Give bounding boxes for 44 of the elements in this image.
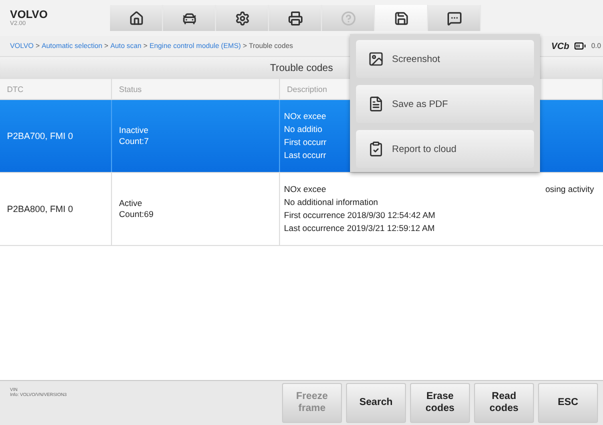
description-line: No additio <box>284 123 322 136</box>
dtc-code: P2BA800, FMI 0 <box>7 204 74 214</box>
toolbar-button[interactable] <box>428 5 481 31</box>
description-line: osing activity <box>545 183 594 196</box>
car-icon <box>182 10 196 26</box>
description-line: First occurrence 2018/9/30 12:54:42 AM <box>284 209 436 222</box>
action-button[interactable]: Erase codes <box>410 383 470 423</box>
settings-icon <box>234 10 250 26</box>
message-icon <box>446 10 462 26</box>
menu-item[interactable]: Report to cloud <box>356 130 534 168</box>
column-header: Status <box>119 84 142 94</box>
action-button[interactable]: Search <box>346 383 406 423</box>
toolbar-button[interactable] <box>375 5 428 31</box>
dtc-status: Inactive Count:7 <box>119 125 149 147</box>
toolbar-button[interactable] <box>216 5 269 31</box>
column-header: DTC <box>7 84 24 94</box>
description-line: No additional information <box>284 196 378 209</box>
dtc-code: P2BA700, FMI 0 <box>7 131 74 141</box>
table-row[interactable]: P2BA800, FMI 0 Active Count:69 NOx excee osing activity No additional information First occurrence 2018/9/30 12:54:42 AM Last occurrence 2019/3/21 12:59:12 AM <box>0 173 603 246</box>
menu-item[interactable]: Screenshot <box>356 40 534 78</box>
description-line: NOx excee <box>284 110 326 123</box>
toolbar-button[interactable] <box>110 5 163 31</box>
save-icon <box>394 10 408 26</box>
battery-icon <box>574 40 586 52</box>
help-icon <box>340 10 356 26</box>
description-line: Last occurr <box>284 149 326 162</box>
document-icon <box>368 96 384 112</box>
image-icon <box>368 51 384 67</box>
toolbar-button[interactable] <box>163 5 216 31</box>
column-header: Description <box>287 84 328 94</box>
description-line: NOx excee <box>284 183 326 196</box>
menu-item[interactable]: Save as PDF <box>356 85 534 123</box>
home-icon <box>128 10 144 26</box>
vci-label: VCb <box>551 41 570 51</box>
action-button[interactable]: Read codes <box>474 383 534 423</box>
brand-name: VOLVO <box>10 9 49 21</box>
table-title: Trouble codes <box>270 62 333 74</box>
action-button[interactable]: ESC <box>538 383 598 423</box>
dtc-status: Active Count:69 <box>119 198 154 220</box>
description-line: First occurr <box>284 136 326 149</box>
clipboard-icon <box>368 141 384 157</box>
description-line: Last occurrence 2019/3/21 12:59:12 AM <box>284 222 435 235</box>
printer-icon <box>288 10 302 26</box>
toolbar-button[interactable] <box>269 5 322 31</box>
